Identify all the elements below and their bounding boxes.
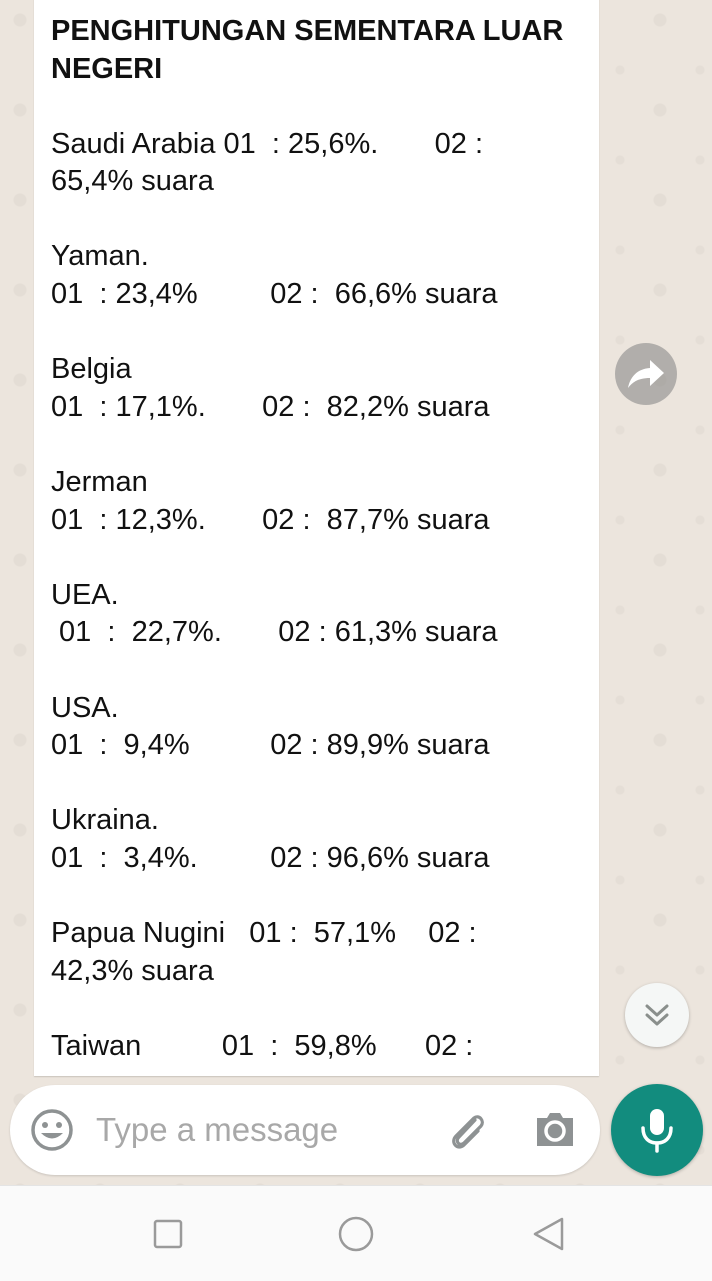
circle-icon bbox=[338, 1216, 374, 1252]
message-line: 42,3% suara bbox=[51, 954, 214, 987]
voice-record-button[interactable] bbox=[611, 1084, 703, 1176]
nav-home-button[interactable] bbox=[336, 1214, 376, 1254]
triangle-back-icon bbox=[533, 1217, 564, 1251]
square-icon bbox=[153, 1219, 183, 1249]
scroll-down-button[interactable] bbox=[625, 983, 689, 1047]
message-line: 01 : 12,3%. 02 : 87,7% suara bbox=[51, 503, 490, 536]
message-line: Papua Nugini 01 : 57,1% 02 : bbox=[51, 917, 477, 950]
message-composer bbox=[10, 1085, 600, 1175]
message-line: 01 : 23,4% 02 : 66,6% suara bbox=[51, 277, 498, 310]
message-line: 65,4% suara bbox=[51, 165, 214, 198]
attach-button[interactable] bbox=[444, 1108, 490, 1154]
message-bubble[interactable]: PENGHITUNGAN SEMENTARA LUAR NEGERI Saudi… bbox=[34, 0, 599, 1076]
message-input[interactable] bbox=[96, 1103, 426, 1157]
message-line: USA. bbox=[51, 691, 119, 724]
nav-recent-apps-button[interactable] bbox=[148, 1214, 188, 1254]
message-line: Belgia bbox=[51, 353, 132, 386]
emoji-button[interactable] bbox=[30, 1108, 74, 1152]
message-line: Ukraina. bbox=[51, 804, 159, 837]
message-line: Taiwan 01 : 59,8% 02 : bbox=[51, 1029, 474, 1062]
message-line: 01 : 3,4%. 02 : 96,6% suara bbox=[51, 841, 490, 874]
camera-icon bbox=[537, 1113, 573, 1146]
system-navigation-bar bbox=[0, 1185, 712, 1281]
message-line: 01 : 17,1%. 02 : 82,2% suara bbox=[51, 390, 490, 423]
microphone-icon bbox=[641, 1109, 673, 1153]
message-body: Saudi Arabia 01 : 25,6%. 02 : 65,4% suara… bbox=[51, 126, 583, 1066]
double-chevron-down-icon bbox=[645, 1004, 669, 1026]
message-line: 01 : 22,7%. 02 : 61,3% suara bbox=[51, 616, 498, 649]
smiley-icon bbox=[31, 1109, 73, 1151]
paperclip-icon bbox=[452, 1115, 484, 1149]
forward-button[interactable] bbox=[615, 343, 677, 405]
nav-back-button[interactable] bbox=[528, 1214, 568, 1254]
message-line: UEA. bbox=[51, 578, 119, 611]
message-line: 01 : 9,4% 02 : 89,9% suara bbox=[51, 729, 490, 762]
message-line: Jerman bbox=[51, 465, 148, 498]
message-line: Yaman. bbox=[51, 240, 149, 273]
camera-button[interactable] bbox=[533, 1108, 577, 1152]
message-line: Saudi Arabia 01 : 25,6%. 02 : bbox=[51, 127, 484, 160]
message-title: PENGHITUNGAN SEMENTARA LUAR NEGERI bbox=[51, 15, 564, 85]
forward-arrow-icon bbox=[628, 360, 664, 388]
